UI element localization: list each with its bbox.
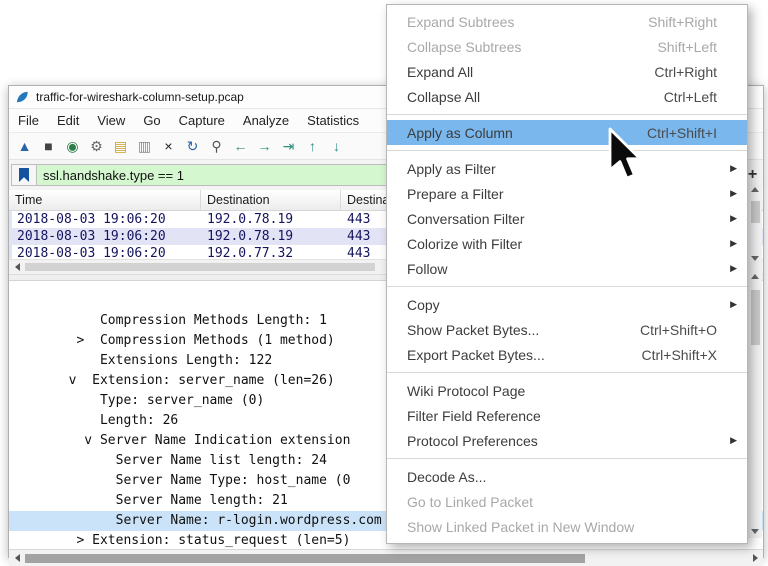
context-menu-item[interactable]: Decode As... xyxy=(387,464,747,489)
open-file-icon[interactable]: ▤ xyxy=(110,136,131,156)
packet-destination-cell: 192.0.78.19 xyxy=(201,211,341,228)
submenu-arrow-icon: ▶ xyxy=(723,299,737,310)
packet-time-cell: 2018-08-03 19:06:20 xyxy=(9,211,201,228)
submenu-arrow-icon: ▶ xyxy=(723,238,737,249)
context-menu-item[interactable]: Protocol Preferences ▶ xyxy=(387,428,747,453)
menu-group: Apply as Column Ctrl+Shift+I xyxy=(387,114,747,145)
restart-capture-icon[interactable]: ◉ xyxy=(62,136,83,156)
go-to-packet-icon[interactable]: ⇥ xyxy=(278,136,299,156)
go-bottom-icon[interactable]: ↓ xyxy=(326,136,347,156)
submenu-arrow-icon: ▶ xyxy=(723,188,737,199)
menu-group: Decode As... Go to Linked Packet Show Li… xyxy=(387,458,747,539)
context-menu-item[interactable]: Conversation Filter ▶ xyxy=(387,206,747,231)
bookmark-icon xyxy=(19,168,29,182)
filter-text: ssl.handshake.type == 1 xyxy=(43,168,184,183)
context-menu: Expand Subtrees Shift+Right Collapse Sub… xyxy=(386,4,748,544)
scrollbar-thumb[interactable] xyxy=(25,554,585,563)
context-menu-item[interactable]: Expand Subtrees Shift+Right xyxy=(387,9,747,34)
menu-group: Copy ▶ Show Packet Bytes... Ctrl+Shift+O… xyxy=(387,286,747,367)
capture-options-icon[interactable]: ⚙ xyxy=(86,136,107,156)
menubar-item[interactable]: Edit xyxy=(48,109,88,132)
submenu-arrow-icon: ▶ xyxy=(723,435,737,446)
column-header[interactable]: Destination xyxy=(201,190,341,210)
menubar-item[interactable]: View xyxy=(88,109,134,132)
context-menu-item[interactable]: Apply as Filter ▶ xyxy=(387,156,747,181)
packet-time-cell: 2018-08-03 19:06:20 xyxy=(9,245,201,259)
filter-bookmark-button[interactable] xyxy=(11,164,37,186)
scroll-down-icon[interactable] xyxy=(751,256,759,261)
packet-destination-cell: 192.0.77.32 xyxy=(201,245,341,259)
reload-icon[interactable]: ↻ xyxy=(182,136,203,156)
context-menu-item[interactable]: Prepare a Filter ▶ xyxy=(387,181,747,206)
packet-destination-cell: 192.0.78.19 xyxy=(201,228,341,245)
submenu-arrow-icon: ▶ xyxy=(723,163,737,174)
find-packet-icon[interactable]: ⚲ xyxy=(206,136,227,156)
menu-group: Expand Subtrees Shift+Right Collapse Sub… xyxy=(387,9,747,109)
scroll-right-icon[interactable] xyxy=(747,550,763,566)
packet-list-vscrollbar[interactable] xyxy=(747,183,762,265)
window-title: traffic-for-wireshark-column-setup.pcap xyxy=(36,90,244,104)
scroll-down-icon[interactable] xyxy=(751,529,759,534)
scroll-up-icon[interactable] xyxy=(751,274,759,279)
context-menu-item[interactable]: Go to Linked Packet xyxy=(387,489,747,514)
close-file-icon[interactable]: × xyxy=(158,136,179,156)
scrollbar-thumb[interactable] xyxy=(751,290,760,345)
scroll-left-icon[interactable] xyxy=(9,550,25,566)
menubar-item[interactable]: Go xyxy=(134,109,169,132)
stop-capture-icon[interactable]: ■ xyxy=(38,136,59,156)
menubar-item[interactable]: Analyze xyxy=(234,109,298,132)
submenu-arrow-icon: ▶ xyxy=(723,263,737,274)
wireshark-logo-icon xyxy=(15,90,30,105)
context-menu-item[interactable]: Copy ▶ xyxy=(387,292,747,317)
context-menu-item[interactable]: Show Packet Bytes... Ctrl+Shift+O xyxy=(387,317,747,342)
context-menu-item[interactable]: Export Packet Bytes... Ctrl+Shift+X xyxy=(387,342,747,367)
column-header[interactable]: Time xyxy=(9,190,201,210)
mouse-cursor xyxy=(606,127,650,185)
start-capture-icon[interactable]: ▲ xyxy=(14,136,35,156)
details-vscrollbar[interactable] xyxy=(747,270,762,538)
details-hscrollbar[interactable] xyxy=(9,549,763,566)
menubar-item[interactable]: Capture xyxy=(170,109,234,132)
context-menu-item[interactable]: Collapse All Ctrl+Left xyxy=(387,84,747,109)
packet-time-cell: 2018-08-03 19:06:20 xyxy=(9,228,201,245)
go-top-icon[interactable]: ↑ xyxy=(302,136,323,156)
go-forward-icon[interactable]: → xyxy=(254,136,275,156)
context-menu-item[interactable]: Show Linked Packet in New Window xyxy=(387,514,747,539)
scroll-up-icon[interactable] xyxy=(751,187,759,192)
context-menu-item[interactable]: Filter Field Reference xyxy=(387,403,747,428)
context-menu-item[interactable]: Follow ▶ xyxy=(387,256,747,281)
submenu-arrow-icon: ▶ xyxy=(723,213,737,224)
scrollbar-thumb[interactable] xyxy=(751,201,760,223)
context-menu-item[interactable]: Collapse Subtrees Shift+Left xyxy=(387,34,747,59)
context-menu-item[interactable]: Colorize with Filter ▶ xyxy=(387,231,747,256)
context-menu-item[interactable]: Apply as Column Ctrl+Shift+I xyxy=(387,120,747,145)
context-menu-item[interactable]: Expand All Ctrl+Right xyxy=(387,59,747,84)
menu-group: Apply as Filter ▶ Prepare a Filter ▶ Con… xyxy=(387,150,747,281)
scrollbar-thumb[interactable] xyxy=(25,263,375,271)
go-back-icon[interactable]: ← xyxy=(230,136,251,156)
menu-group: Wiki Protocol Page Filter Field Referenc… xyxy=(387,372,747,453)
scroll-left-icon[interactable] xyxy=(9,260,25,274)
context-menu-item[interactable]: Wiki Protocol Page xyxy=(387,378,747,403)
save-file-icon[interactable]: ▥ xyxy=(134,136,155,156)
menubar-item[interactable]: Statistics xyxy=(298,109,368,132)
menubar-item[interactable]: File xyxy=(9,109,48,132)
